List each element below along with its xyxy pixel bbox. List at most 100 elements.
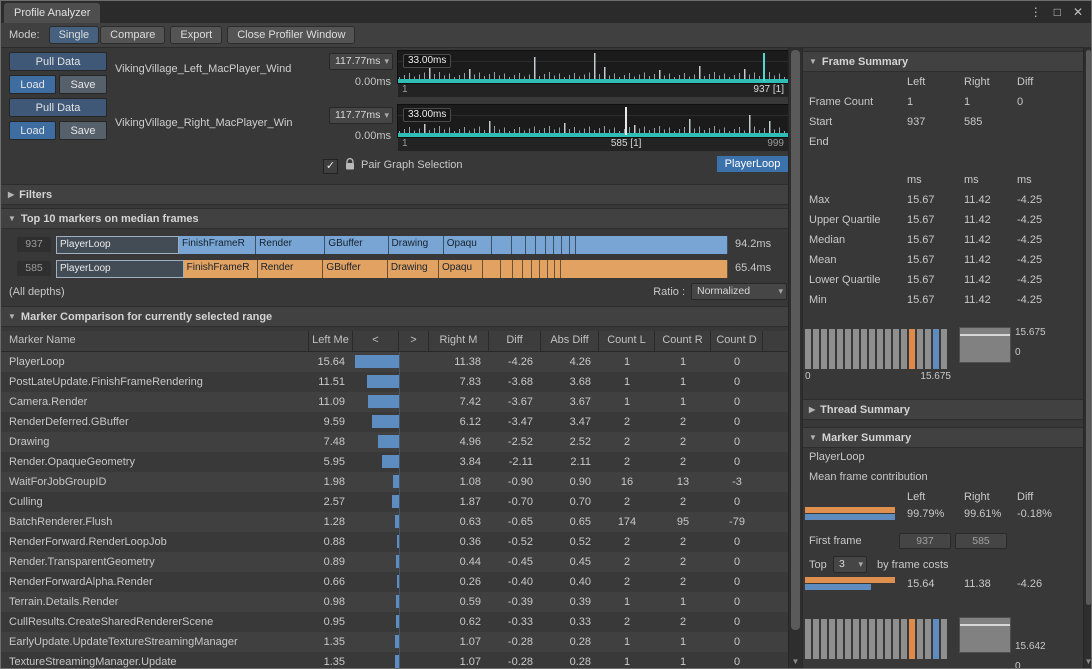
menu-icon[interactable]: ⋮ — [1030, 5, 1042, 19]
marker-segment[interactable]: Drawing — [389, 236, 444, 254]
marker-segment[interactable]: GBuffer — [323, 260, 388, 278]
column-header[interactable]: Count R — [655, 331, 711, 351]
column-header[interactable]: Right M — [429, 331, 489, 351]
marker-segment[interactable] — [555, 260, 562, 278]
top-n-dropdown[interactable]: 3 ▾ — [833, 556, 867, 573]
marker-segment[interactable] — [576, 236, 728, 254]
marker-row[interactable]: EarlyUpdate.UpdateTextureStreamingManage… — [1, 632, 788, 652]
column-header[interactable]: > — [399, 331, 429, 351]
marker-segment[interactable]: PlayerLoop — [56, 260, 184, 278]
column-header[interactable]: Diff — [489, 331, 541, 351]
column-header[interactable]: Marker Name — [1, 331, 309, 351]
ratio-dropdown[interactable]: Normalized ▾ — [691, 283, 787, 300]
marker-segment[interactable]: GBuffer — [325, 236, 388, 254]
main-scrollbar[interactable]: ▼ — [788, 47, 802, 668]
marker-segment[interactable] — [570, 236, 577, 254]
marker-row[interactable]: Drawing7.484.96-2.522.52220 — [1, 432, 788, 452]
mode-compare-button[interactable]: Compare — [100, 26, 165, 44]
pull-data-right-button[interactable]: Pull Data — [9, 98, 107, 117]
marker-segment[interactable] — [501, 260, 513, 278]
thread-summary-header[interactable]: ▶Thread Summary — [803, 399, 1083, 420]
summary-right: 11.42 — [964, 294, 991, 306]
marker-row[interactable]: CullResults.CreateSharedRendererScene0.9… — [1, 612, 788, 632]
marker-segment[interactable]: Opaqu — [439, 260, 483, 278]
marker-segment[interactable] — [540, 260, 548, 278]
marker-segment[interactable] — [512, 236, 525, 254]
median-frame-bar[interactable]: PlayerLoopFinishFrameRRenderGBufferDrawi… — [56, 236, 728, 254]
export-button[interactable]: Export — [170, 26, 222, 44]
load-right-button[interactable]: Load — [9, 121, 56, 140]
mode-single-button[interactable]: Single — [49, 26, 100, 44]
panel-scrollbar[interactable]: ▼ — [1083, 47, 1092, 668]
marker-row[interactable]: Culling2.571.87-0.700.70220 — [1, 492, 788, 512]
marker-segment[interactable]: Render — [256, 236, 325, 254]
frame-histogram[interactable]: 15.675 0 0 15.675 — [803, 323, 1083, 393]
tab-profile-analyzer[interactable]: Profile Analyzer — [4, 3, 100, 23]
frame-index-chip[interactable]: 937 — [17, 237, 51, 252]
marker-summary-header[interactable]: ▼Marker Summary — [803, 427, 1083, 448]
marker-segment[interactable]: Render — [258, 260, 324, 278]
pull-data-left-button[interactable]: Pull Data — [9, 52, 107, 71]
top10-header[interactable]: ▼Top 10 markers on median frames — [1, 208, 788, 229]
marker-segment[interactable] — [562, 236, 570, 254]
column-header[interactable]: Count L — [599, 331, 655, 351]
marker-row[interactable]: BatchRenderer.Flush1.280.63-0.650.651749… — [1, 512, 788, 532]
marker-segment[interactable]: PlayerLoop — [56, 236, 179, 254]
marker-segment[interactable] — [561, 260, 728, 278]
right-max-range-dropdown[interactable]: 117.77ms ▾ — [329, 107, 393, 124]
scroll-down-icon[interactable]: ▼ — [1084, 657, 1092, 666]
scroll-down-icon[interactable]: ▼ — [789, 657, 802, 666]
marker-row[interactable]: Camera.Render11.097.42-3.673.67110 — [1, 392, 788, 412]
marker-row[interactable]: TextureStreamingManager.Update1.351.07-0… — [1, 652, 788, 668]
marker-row[interactable]: Terrain.Details.Render0.980.59-0.390.391… — [1, 592, 788, 612]
column-header[interactable]: Left Me — [309, 331, 353, 351]
marker-segment[interactable]: FinishFrameR — [184, 260, 258, 278]
marker-segment[interactable] — [513, 260, 523, 278]
median-frame-bar[interactable]: PlayerLoopFinishFrameRRenderGBufferDrawi… — [56, 260, 728, 278]
marker-histogram[interactable]: 15.642 0 — [803, 613, 1083, 668]
scrollbar-thumb[interactable] — [1086, 50, 1091, 605]
frame-index-chip[interactable]: 585 — [17, 261, 51, 276]
save-right-button[interactable]: Save — [59, 121, 107, 140]
marker-segment[interactable]: FinishFrameR — [179, 236, 256, 254]
marker-row[interactable]: WaitForJobGroupID1.981.08-0.900.901613-3 — [1, 472, 788, 492]
filters-header[interactable]: ▶Filters — [1, 184, 788, 205]
close-icon[interactable]: ✕ — [1073, 5, 1083, 19]
marker-segment[interactable] — [526, 236, 537, 254]
selected-marker-chip[interactable]: PlayerLoop — [717, 156, 788, 172]
marker-row[interactable]: RenderForward.RenderLoopJob0.880.36-0.52… — [1, 532, 788, 552]
left-frame-time-graph[interactable]: 33.00ms — [398, 51, 788, 83]
first-frame-right-button[interactable]: 585 — [955, 533, 1007, 549]
frame-summary-header[interactable]: ▼Frame Summary — [803, 51, 1083, 72]
marker-segment[interactable] — [536, 236, 545, 254]
left-max-range-dropdown[interactable]: 117.77ms ▾ — [329, 53, 393, 70]
close-profiler-window-button[interactable]: Close Profiler Window — [227, 26, 355, 44]
marker-row[interactable]: PlayerLoop15.6411.38-4.264.26110 — [1, 352, 788, 372]
load-left-button[interactable]: Load — [9, 75, 56, 94]
lock-icon[interactable] — [344, 158, 356, 171]
marker-segment[interactable] — [523, 260, 532, 278]
pair-graph-checkbox[interactable]: ✓ — [323, 159, 338, 174]
marker-segment[interactable] — [554, 236, 562, 254]
save-left-button[interactable]: Save — [59, 75, 107, 94]
marker-row[interactable]: RenderForwardAlpha.Render0.660.26-0.400.… — [1, 572, 788, 592]
marker-segment[interactable] — [548, 260, 555, 278]
marker-segment[interactable] — [532, 260, 540, 278]
first-frame-left-button[interactable]: 937 — [899, 533, 951, 549]
comparison-header[interactable]: ▼Marker Comparison for currently selecte… — [1, 306, 788, 327]
maximize-icon[interactable]: □ — [1054, 5, 1061, 19]
column-header[interactable]: Count D — [711, 331, 763, 351]
marker-row[interactable]: Render.OpaqueGeometry5.953.84-2.112.1122… — [1, 452, 788, 472]
scrollbar-thumb[interactable] — [791, 50, 800, 630]
marker-segment[interactable] — [546, 236, 554, 254]
marker-segment[interactable] — [492, 236, 512, 254]
marker-segment[interactable] — [483, 260, 500, 278]
right-frame-time-graph[interactable]: 33.00ms — [398, 105, 788, 137]
column-header[interactable]: < — [353, 331, 399, 351]
marker-row[interactable]: PostLateUpdate.FinishFrameRendering11.51… — [1, 372, 788, 392]
marker-row[interactable]: RenderDeferred.GBuffer9.596.12-3.473.472… — [1, 412, 788, 432]
marker-segment[interactable]: Drawing — [388, 260, 439, 278]
marker-row[interactable]: Render.TransparentGeometry0.890.44-0.450… — [1, 552, 788, 572]
marker-segment[interactable]: Opaqu — [444, 236, 493, 254]
column-header[interactable]: Abs Diff — [541, 331, 599, 351]
